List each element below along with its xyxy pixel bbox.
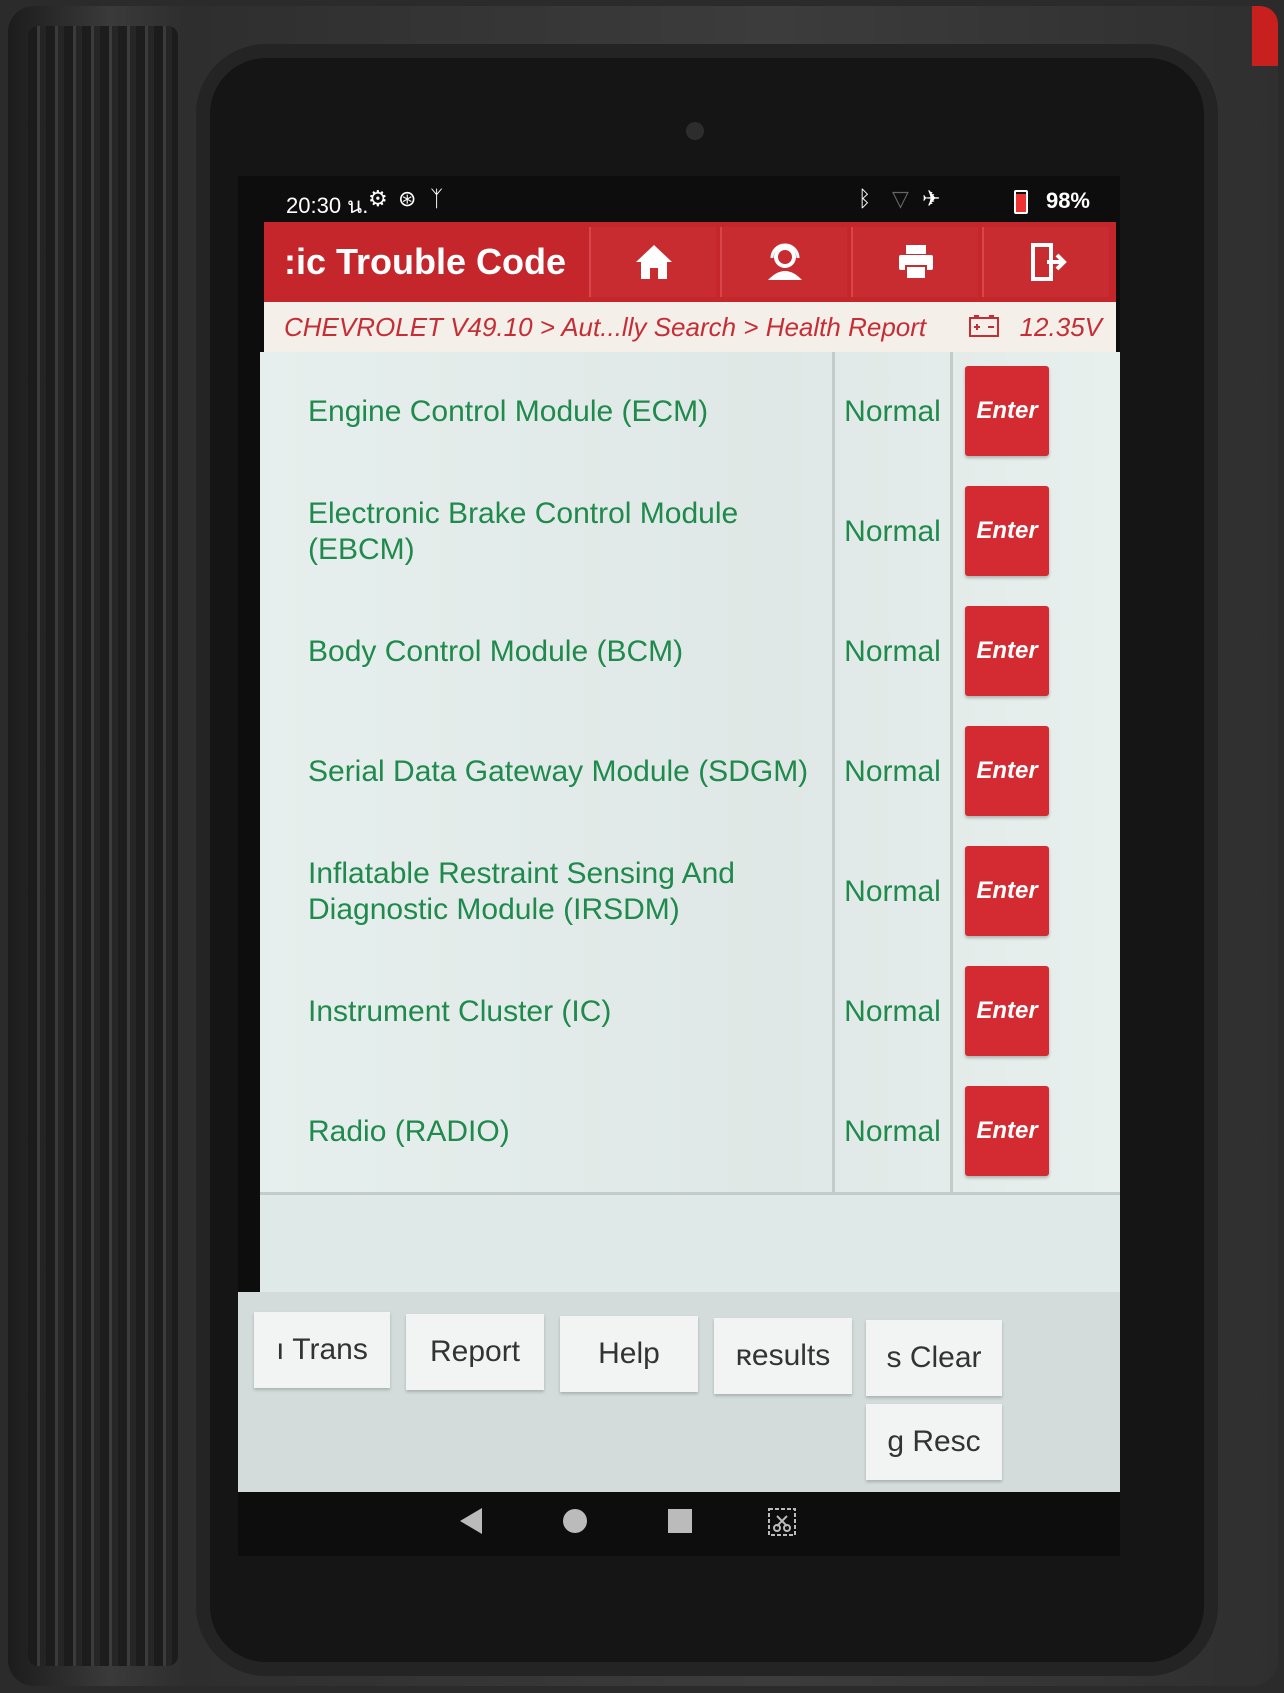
column-divider: [950, 952, 953, 1072]
module-name: Body Control Module (BCM): [308, 635, 684, 668]
module-name: Engine Control Module (ECM): [308, 395, 709, 428]
back-icon[interactable]: [458, 1506, 484, 1536]
module-name: Electronic Brake Control Module (EBCM): [308, 497, 739, 566]
title-bar: :ic Trouble Code: [264, 222, 1116, 302]
table-row: Engine Control Module (ECM) Normal Enter: [260, 352, 1120, 475]
enter-button[interactable]: Enter: [965, 486, 1049, 576]
table-row: Inflatable Restraint Sensing And Diagnos…: [260, 832, 1120, 955]
breadcrumb-path: CHEVROLET V49.10 > Aut...lly Search > He…: [284, 312, 927, 342]
module-status: Normal: [844, 755, 941, 788]
column-divider: [950, 352, 953, 472]
clock: 20:30 น.: [286, 193, 369, 218]
support-button[interactable]: [720, 227, 847, 297]
stethoscope-icon: ᛉ: [430, 186, 444, 211]
column-divider: [950, 472, 953, 592]
battery-icon: [1014, 190, 1028, 214]
enter-button[interactable]: Enter: [965, 846, 1049, 936]
module-list: Engine Control Module (ECM) Normal Enter…: [260, 352, 1120, 1292]
battery-level: 98%: [1045, 188, 1090, 213]
home-nav-icon[interactable]: [560, 1506, 590, 1536]
module-name: Instrument Cluster (IC): [308, 995, 612, 1028]
enter-button[interactable]: Enter: [965, 726, 1049, 816]
table-row: Instrument Cluster (IC) Normal Enter: [260, 952, 1120, 1075]
recents-icon[interactable]: [666, 1506, 694, 1536]
enter-button[interactable]: Enter: [965, 1086, 1049, 1176]
column-divider: [950, 832, 953, 952]
airplane-icon: ✈: [922, 186, 941, 211]
device-red-corner: [1252, 6, 1278, 66]
report-button[interactable]: Report: [406, 1314, 544, 1390]
help-button[interactable]: Help: [560, 1316, 698, 1392]
action-button-bar: ı Trans Report Help ʀesults s Clear g Re…: [238, 1292, 1120, 1492]
module-status: Normal: [844, 395, 941, 428]
module-status: Normal: [844, 875, 941, 908]
module-name: Inflatable Restraint Sensing And Diagnos…: [308, 857, 735, 926]
table-row: Radio (RADIO) Normal Enter: [260, 1072, 1120, 1195]
enter-button[interactable]: Enter: [965, 606, 1049, 696]
module-status: Normal: [844, 995, 941, 1028]
car-battery-icon: [969, 315, 999, 337]
column-divider: [950, 592, 953, 712]
screenshot-icon[interactable]: [766, 1506, 798, 1538]
module-name: Radio (RADIO): [308, 1115, 510, 1148]
home-button[interactable]: [589, 227, 716, 297]
print-button[interactable]: [851, 227, 978, 297]
front-camera: [686, 122, 704, 140]
headset-user-icon: [767, 243, 802, 280]
table-row: Body Control Module (BCM) Normal Enter: [260, 592, 1120, 715]
column-divider: [950, 1072, 953, 1192]
resc-button[interactable]: g Resc: [866, 1404, 1002, 1480]
module-name: Serial Data Gateway Module (SDGM): [308, 755, 809, 788]
module-status: Normal: [844, 635, 941, 668]
battery-voltage: 12.35V: [1019, 312, 1102, 342]
printer-icon: [898, 245, 933, 280]
bluetooth-icon: ᛒ: [858, 186, 872, 211]
table-row: Electronic Brake Control Module (EBCM) N…: [260, 472, 1120, 595]
device-grip: [28, 26, 178, 1666]
breadcrumb: CHEVROLET V49.10 > Aut...lly Search > He…: [264, 302, 1116, 352]
android-nav-bar: [238, 1492, 1120, 1556]
module-status: Normal: [844, 515, 941, 548]
trans-button[interactable]: ı Trans: [254, 1312, 390, 1388]
wifi-icon: ▽: [892, 186, 909, 211]
status-bar: 20:30 น. ⚙ ⊛ ᛉ ᛒ ▽ ✈ 98%: [238, 176, 1120, 220]
clear-button[interactable]: s Clear: [866, 1320, 1002, 1396]
tablet-screen: 20:30 น. ⚙ ⊛ ᛉ ᛒ ▽ ✈ 98% :ic Trouble Cod…: [238, 176, 1120, 1556]
bluetooth-circle-icon: ⊛: [398, 186, 417, 211]
table-row: Serial Data Gateway Module (SDGM) Normal…: [260, 712, 1120, 835]
exit-icon: [1030, 243, 1067, 281]
results-button[interactable]: ʀesults: [714, 1318, 852, 1394]
exit-button[interactable]: [982, 227, 1109, 297]
enter-button[interactable]: Enter: [965, 966, 1049, 1056]
column-divider: [950, 712, 953, 832]
gear-icon: ⚙: [368, 186, 388, 211]
page-title: :ic Trouble Code: [284, 241, 567, 282]
enter-button[interactable]: Enter: [965, 366, 1049, 456]
home-icon: [635, 245, 672, 279]
module-status: Normal: [844, 1115, 941, 1148]
